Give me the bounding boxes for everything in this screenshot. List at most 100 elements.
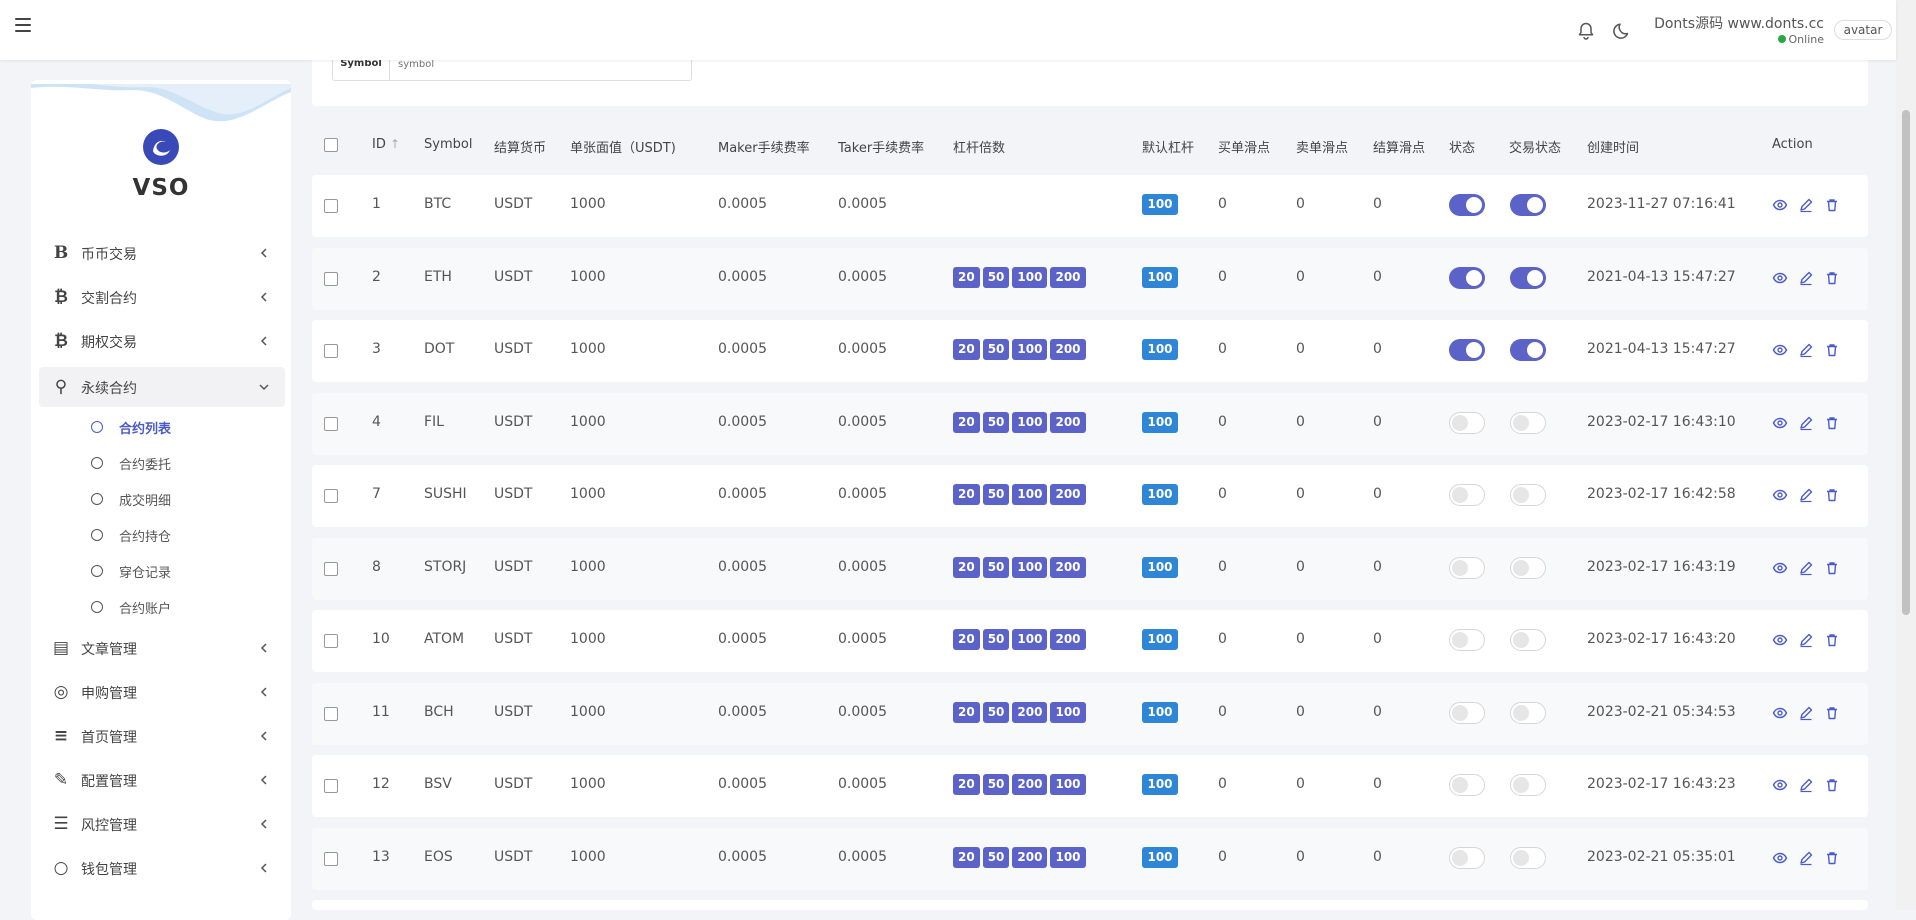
status-toggle[interactable] <box>1449 557 1485 579</box>
row-checkbox[interactable] <box>324 489 338 503</box>
status-toggle[interactable] <box>1449 774 1485 796</box>
sort-asc-icon[interactable]: ↑ <box>390 137 400 151</box>
sidebar-item-perpetual-contract[interactable]: ⚲ 永续合约 <box>39 367 285 407</box>
scrollbar-thumb[interactable] <box>1902 110 1910 615</box>
view-eye-icon[interactable] <box>1772 342 1788 358</box>
view-eye-icon[interactable] <box>1772 270 1788 286</box>
view-eye-icon[interactable] <box>1772 850 1788 866</box>
hamburger-icon[interactable] <box>15 18 31 32</box>
row-checkbox[interactable] <box>324 634 338 648</box>
sidebar-subitem-contract-list[interactable]: 合约列表 <box>31 413 291 443</box>
trade-status-toggle[interactable] <box>1510 557 1546 579</box>
edit-pencil-icon[interactable] <box>1798 560 1814 576</box>
delete-trash-icon[interactable] <box>1824 487 1840 503</box>
delete-trash-icon[interactable] <box>1824 197 1840 213</box>
edit-pencil-icon[interactable] <box>1798 197 1814 213</box>
delete-trash-icon[interactable] <box>1824 632 1840 648</box>
trade-status-toggle[interactable] <box>1510 774 1546 796</box>
row-checkbox[interactable] <box>324 707 338 721</box>
column-header-sell-slippage[interactable]: 卖单滑点 <box>1296 137 1348 156</box>
column-header-leverage[interactable]: 杠杆倍数 <box>953 137 1005 156</box>
leverage-badge: 200 <box>1012 774 1047 795</box>
view-eye-icon[interactable] <box>1772 560 1788 576</box>
column-header-taker-fee[interactable]: Taker手续费率 <box>838 137 924 156</box>
delete-trash-icon[interactable] <box>1824 560 1840 576</box>
edit-pencil-icon[interactable] <box>1798 777 1814 793</box>
cell-sell-slippage: 0 <box>1296 631 1305 647</box>
view-eye-icon[interactable] <box>1772 777 1788 793</box>
column-header-settle-slippage[interactable]: 结算滑点 <box>1373 137 1425 156</box>
edit-pencil-icon[interactable] <box>1798 415 1814 431</box>
status-toggle[interactable] <box>1449 484 1485 506</box>
edit-pencil-icon[interactable] <box>1798 632 1814 648</box>
column-header-face-value[interactable]: 单张面值（USDT) <box>570 137 676 156</box>
column-header-symbol[interactable]: Symbol <box>424 137 472 152</box>
row-checkbox[interactable] <box>324 562 338 576</box>
trade-status-toggle[interactable] <box>1510 267 1546 289</box>
status-toggle[interactable] <box>1449 267 1485 289</box>
view-eye-icon[interactable] <box>1772 487 1788 503</box>
user-name[interactable]: Donts源码 www.donts.cc <box>1560 13 1824 33</box>
delete-trash-icon[interactable] <box>1824 415 1840 431</box>
row-checkbox[interactable] <box>324 272 338 286</box>
sidebar-item-wallet-management[interactable]: ○ 钱包管理 <box>39 848 285 888</box>
row-checkbox[interactable] <box>324 417 338 431</box>
sidebar-subitem-trade-details[interactable]: 成交明细 <box>31 485 291 515</box>
row-checkbox[interactable] <box>324 852 338 866</box>
sidebar-item-subscription-management[interactable]: ◎ 申购管理 <box>39 672 285 712</box>
trade-status-toggle[interactable] <box>1510 629 1546 651</box>
trade-status-toggle[interactable] <box>1510 339 1546 361</box>
sidebar-item-config-management[interactable]: ✎ 配置管理 <box>39 760 285 800</box>
delete-trash-icon[interactable] <box>1824 777 1840 793</box>
edit-pencil-icon[interactable] <box>1798 850 1814 866</box>
trade-status-toggle[interactable] <box>1510 194 1546 216</box>
trade-status-toggle[interactable] <box>1510 484 1546 506</box>
column-header-buy-slippage[interactable]: 买单滑点 <box>1218 137 1270 156</box>
column-header-created-time[interactable]: 创建时间 <box>1587 137 1639 156</box>
sidebar-subitem-positions[interactable]: 合约持仓 <box>31 521 291 551</box>
delete-trash-icon[interactable] <box>1824 270 1840 286</box>
sidebar-subitem-contract-account[interactable]: 合约账户 <box>31 593 291 623</box>
trade-status-toggle[interactable] <box>1510 847 1546 869</box>
sidebar-item-article-management[interactable]: ▤ 文章管理 <box>39 628 285 668</box>
sidebar-item-homepage-management[interactable]: ≡ 首页管理 <box>39 716 285 756</box>
sidebar-item-risk-management[interactable]: ☰ 风控管理 <box>39 804 285 844</box>
status-toggle[interactable] <box>1449 847 1485 869</box>
page-scrollbar[interactable] <box>1896 0 1916 910</box>
sidebar-item-options-trading[interactable]: ₿ 期权交易 <box>39 321 285 361</box>
trade-status-toggle[interactable] <box>1510 702 1546 724</box>
edit-pencil-icon[interactable] <box>1798 487 1814 503</box>
delete-trash-icon[interactable] <box>1824 342 1840 358</box>
edit-pencil-icon[interactable] <box>1798 270 1814 286</box>
sidebar-item-spot-trading[interactable]: B 币币交易 <box>39 233 285 273</box>
column-header-status[interactable]: 状态 <box>1449 137 1475 156</box>
column-header-default-leverage[interactable]: 默认杠杆 <box>1142 137 1194 156</box>
view-eye-icon[interactable] <box>1772 415 1788 431</box>
column-header-maker-fee[interactable]: Maker手续费率 <box>718 137 810 156</box>
delete-trash-icon[interactable] <box>1824 850 1840 866</box>
view-eye-icon[interactable] <box>1772 632 1788 648</box>
column-header-id[interactable]: ID ↑ <box>372 137 400 152</box>
status-toggle[interactable] <box>1449 194 1485 216</box>
sidebar-subitem-liquidation-records[interactable]: 穿仓记录 <box>31 557 291 587</box>
sidebar-subitem-contract-orders[interactable]: 合约委托 <box>31 449 291 479</box>
avatar[interactable]: avatar <box>1834 20 1892 40</box>
select-all-checkbox[interactable] <box>324 138 338 152</box>
status-toggle[interactable] <box>1449 412 1485 434</box>
row-checkbox[interactable] <box>324 779 338 793</box>
edit-pencil-icon[interactable] <box>1798 342 1814 358</box>
row-checkbox[interactable] <box>324 199 338 213</box>
view-eye-icon[interactable] <box>1772 705 1788 721</box>
column-header-label: ID <box>372 137 386 152</box>
status-toggle[interactable] <box>1449 702 1485 724</box>
sidebar-item-delivery-contract[interactable]: ₿ 交割合约 <box>39 277 285 317</box>
status-toggle[interactable] <box>1449 339 1485 361</box>
edit-pencil-icon[interactable] <box>1798 705 1814 721</box>
view-eye-icon[interactable] <box>1772 197 1788 213</box>
row-checkbox[interactable] <box>324 344 338 358</box>
delete-trash-icon[interactable] <box>1824 705 1840 721</box>
column-header-currency[interactable]: 结算货币 <box>494 137 546 156</box>
trade-status-toggle[interactable] <box>1510 412 1546 434</box>
column-header-trade-status[interactable]: 交易状态 <box>1509 137 1561 156</box>
status-toggle[interactable] <box>1449 629 1485 651</box>
